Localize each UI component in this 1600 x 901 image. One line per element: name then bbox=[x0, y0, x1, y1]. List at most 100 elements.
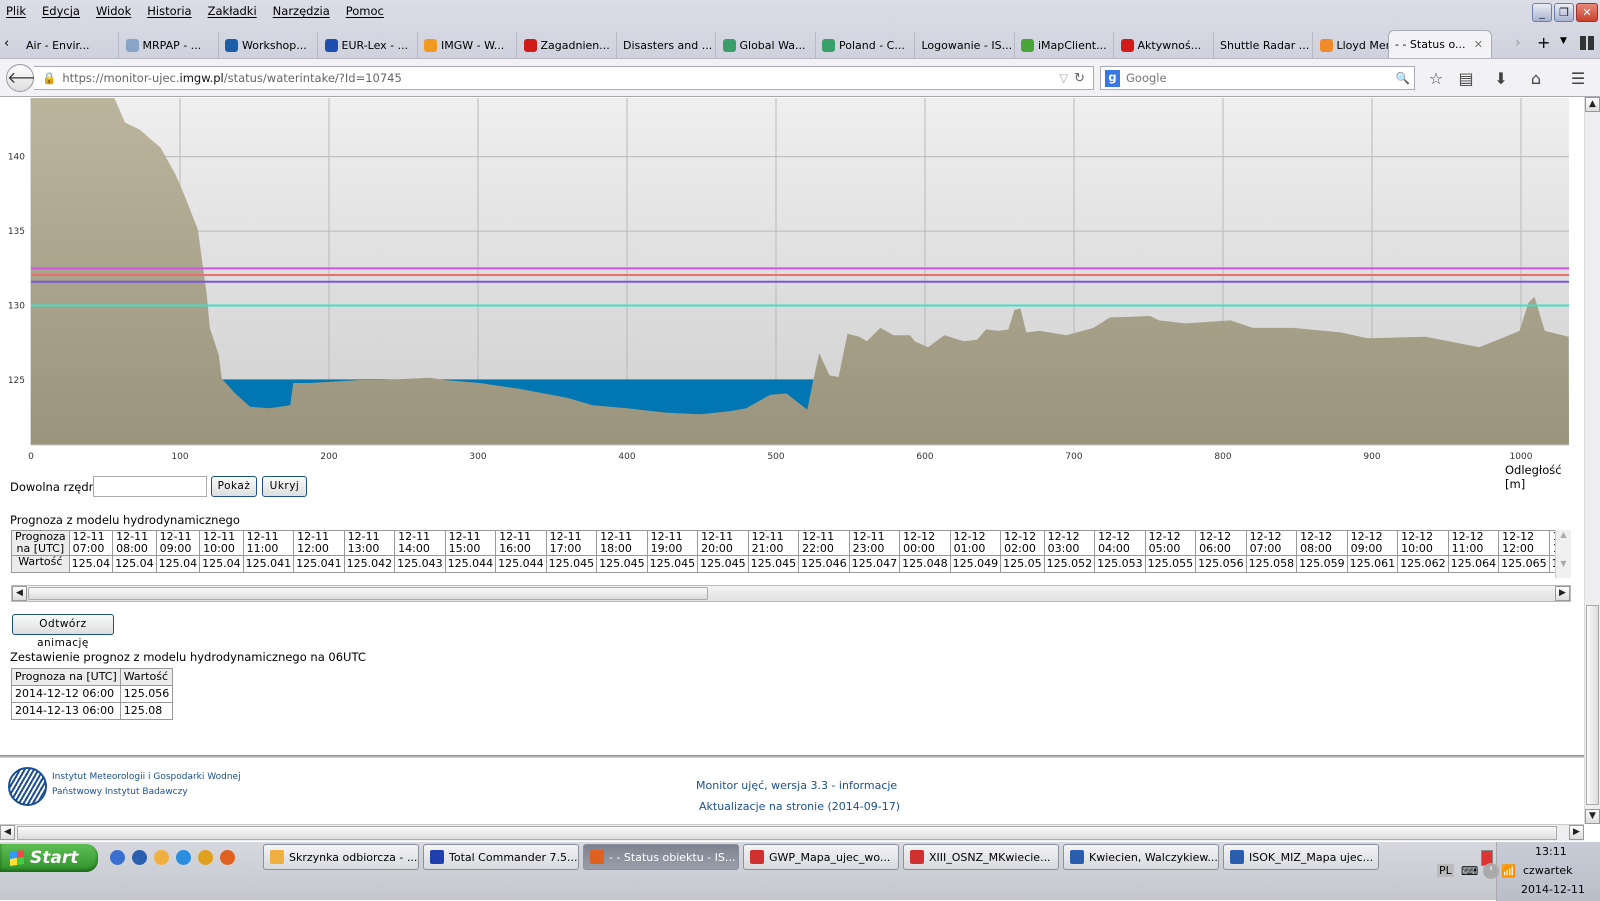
address-bar[interactable]: 🔒 https://monitor-ujec.imgw.pl/status/wa… bbox=[34, 66, 1094, 90]
taskbar-item[interactable]: GWP_Mapa_ujec_wo... bbox=[743, 844, 899, 870]
new-tab-icon[interactable]: + bbox=[1537, 33, 1550, 52]
tab-8[interactable]: Global Wa... bbox=[717, 32, 816, 58]
ordinate-input[interactable] bbox=[93, 476, 207, 497]
menu-hamburger-icon[interactable]: ☰ bbox=[1567, 68, 1589, 90]
scroll-right-icon[interactable]: ▶ bbox=[1555, 586, 1570, 601]
magnifier-icon[interactable]: 🔍 bbox=[1396, 71, 1410, 85]
tab-7[interactable]: Disasters and ... bbox=[617, 32, 716, 58]
page-horizontal-scrollbar[interactable]: ◀ ▶ bbox=[0, 824, 1584, 841]
tab-1[interactable]: Air - Envir... bbox=[20, 32, 119, 58]
scroll-up-icon[interactable]: ▲ bbox=[1585, 97, 1600, 112]
forecast-value: 125.044 bbox=[495, 555, 547, 573]
forecast-value: 125.043 bbox=[394, 555, 446, 573]
tab-2[interactable]: MRPAP - ... bbox=[120, 32, 219, 58]
forecast-table-vscroll[interactable]: ▲ ▼ bbox=[1555, 530, 1571, 578]
start-button[interactable]: Start bbox=[0, 844, 98, 872]
tab-15[interactable]: - - Status o... ✕ bbox=[1388, 30, 1492, 58]
keyboard-icon[interactable]: ⌨ bbox=[1461, 864, 1478, 878]
scroll-thumb[interactable] bbox=[1586, 605, 1599, 805]
scroll-down-icon[interactable]: ▼ bbox=[1556, 559, 1571, 568]
bookmark-star-icon[interactable]: ☆ bbox=[1425, 68, 1447, 90]
taskbar-item[interactable]: XIII_OSNZ_MKwiecie... bbox=[903, 844, 1059, 870]
close-tab-icon[interactable]: ✕ bbox=[1474, 38, 1483, 51]
imgw-icon bbox=[424, 38, 437, 52]
taskbar-item[interactable]: Kwiecien, Walczykiew... bbox=[1063, 844, 1219, 870]
taskbar-item[interactable]: - - Status obiektu - IS... bbox=[583, 844, 739, 870]
tab-groups-icon[interactable] bbox=[1580, 36, 1594, 50]
show-hidden-icons-icon[interactable]: ‹ bbox=[1483, 863, 1499, 879]
version-info-link[interactable]: Monitor ujęć, wersja 3.3 - informacje bbox=[696, 779, 897, 792]
tab-4[interactable]: EUR-Lex - ... bbox=[319, 32, 418, 58]
internet-explorer-icon[interactable] bbox=[176, 850, 191, 865]
menu-historia[interactable]: Historia bbox=[147, 4, 191, 18]
forecast-value: 125.046 bbox=[798, 555, 850, 573]
forecast-time: 12-12 12:00 bbox=[1498, 530, 1550, 556]
tab-6[interactable]: Zagadnien... bbox=[518, 32, 617, 58]
search-box[interactable]: g Google 🔍 bbox=[1100, 66, 1415, 90]
taskbar-item[interactable]: Total Commander 7.5... bbox=[423, 844, 579, 870]
tabs-scroll-left-icon[interactable]: ‹ bbox=[4, 36, 9, 51]
menu-zakladki[interactable]: Zakładki bbox=[208, 4, 257, 18]
tabs-scroll-right-icon[interactable]: › bbox=[1515, 35, 1521, 51]
menu-narzedzia[interactable]: Narzędzia bbox=[273, 4, 330, 18]
scroll-right-icon[interactable]: ▶ bbox=[1569, 825, 1584, 840]
forecast-time: 12-12 06:00 bbox=[1195, 530, 1247, 556]
forecast-time: 12-11 16:00 bbox=[495, 530, 547, 556]
restore-button[interactable]: ❐ bbox=[1554, 3, 1574, 22]
taskbar-item[interactable]: Skrzynka odbiorcza - ... bbox=[263, 844, 419, 870]
tab-12[interactable]: Aktywnoś... bbox=[1115, 32, 1214, 58]
forecast-time: 12-11 08:00 bbox=[112, 530, 157, 556]
tab-3[interactable]: Workshop... bbox=[219, 32, 318, 58]
scroll-left-icon[interactable]: ◀ bbox=[12, 586, 27, 601]
chrome-icon[interactable] bbox=[198, 850, 213, 865]
minimize-button[interactable]: _ bbox=[1532, 3, 1552, 22]
url-text: https://monitor-ujec.imgw.pl/status/wate… bbox=[62, 71, 402, 85]
eurlex-icon bbox=[324, 38, 338, 52]
tab-13[interactable]: Shuttle Radar ... bbox=[1214, 32, 1313, 58]
tab-9[interactable]: Poland - C... bbox=[816, 32, 915, 58]
url-dropdown-icon[interactable]: ▽ bbox=[1059, 71, 1068, 85]
scroll-left-icon[interactable]: ◀ bbox=[0, 825, 15, 840]
media-player-icon[interactable] bbox=[132, 850, 147, 865]
forecast-value: 125.04 bbox=[199, 555, 244, 573]
back-button[interactable]: 🡐 bbox=[6, 64, 50, 92]
scroll-thumb[interactable] bbox=[28, 587, 708, 600]
updates-link[interactable]: Aktualizacje na stronie (2014-09-17) bbox=[699, 800, 900, 813]
scroll-thumb[interactable] bbox=[17, 826, 1557, 840]
menu-widok[interactable]: Widok bbox=[96, 4, 131, 18]
scroll-down-icon[interactable]: ▼ bbox=[1585, 809, 1600, 824]
forecast-time: 12-11 21:00 bbox=[747, 530, 800, 556]
show-button[interactable]: Pokaż bbox=[211, 476, 257, 497]
summary-time: 2014-12-12 06:00 bbox=[11, 685, 121, 703]
tab-list-dropdown-icon[interactable]: ▼ bbox=[1560, 36, 1567, 46]
page-vertical-scrollbar[interactable]: ▲ ▼ bbox=[1584, 97, 1600, 824]
home-icon[interactable]: ⌂ bbox=[1525, 68, 1547, 90]
clock-time[interactable]: 13:11 bbox=[1535, 845, 1567, 858]
firefox-icon[interactable] bbox=[220, 850, 235, 865]
language-indicator[interactable]: PL bbox=[1437, 864, 1454, 877]
task-label: XIII_OSNZ_MKwiecie... bbox=[929, 850, 1051, 864]
forecast-time: 12-11 22:00 bbox=[798, 530, 850, 556]
network-icon[interactable]: 📶 bbox=[1501, 864, 1516, 878]
scroll-up-icon[interactable]: ▲ bbox=[1556, 530, 1571, 539]
forecast-time: 12-11 13:00 bbox=[343, 530, 396, 556]
app-icon bbox=[1230, 850, 1244, 864]
outlook-express-icon[interactable] bbox=[110, 850, 125, 865]
tab-11[interactable]: iMapClient... bbox=[1015, 32, 1114, 58]
hide-button[interactable]: Ukryj bbox=[262, 476, 307, 497]
forecast-table-hscroll[interactable]: ◀ ▶ bbox=[11, 585, 1571, 602]
mail-icon[interactable] bbox=[154, 850, 169, 865]
menu-edycja[interactable]: Edycja bbox=[42, 4, 80, 18]
play-animation-button[interactable]: Odtwórz animację bbox=[12, 614, 114, 649]
reload-icon[interactable]: ↻ bbox=[1074, 71, 1085, 86]
download-icon[interactable]: ⬇ bbox=[1490, 68, 1512, 90]
reading-list-icon[interactable]: ▤ bbox=[1455, 68, 1477, 90]
menu-plik[interactable]: Plik bbox=[6, 4, 26, 18]
google-icon[interactable]: g bbox=[1105, 69, 1120, 87]
forecast-time: 12-12 11:00 bbox=[1447, 530, 1500, 556]
close-window-button[interactable]: ✕ bbox=[1576, 3, 1598, 22]
menu-pomoc[interactable]: Pomoc bbox=[346, 4, 384, 18]
tab-5[interactable]: IMGW - W... bbox=[418, 32, 517, 58]
tab-10[interactable]: Logowanie - IS... bbox=[916, 32, 1015, 58]
taskbar-item[interactable]: ISOK_MIZ_Mapa ujec... bbox=[1223, 844, 1379, 870]
